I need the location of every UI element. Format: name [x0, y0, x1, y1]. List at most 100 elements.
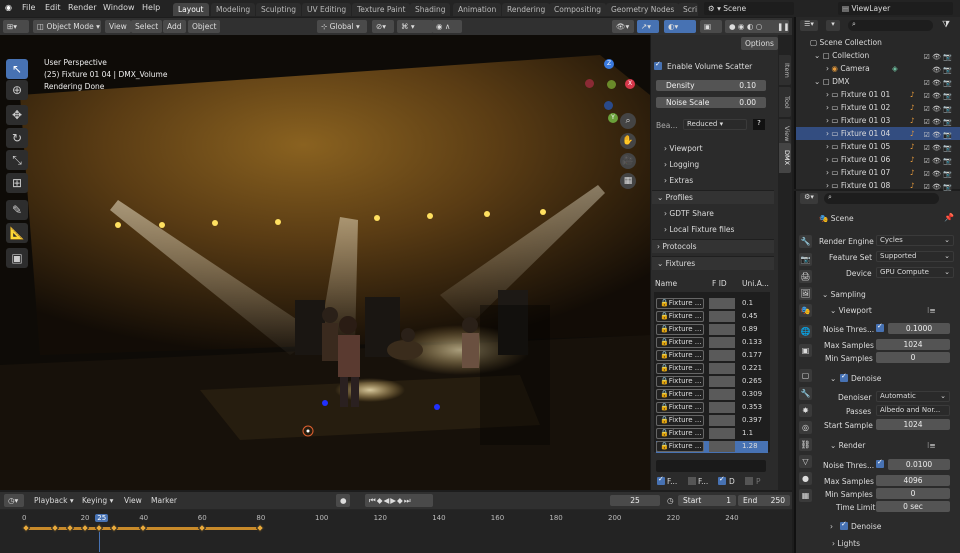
profiles-panel-header[interactable]: ⌄ Profiles	[652, 190, 774, 204]
r-noise-threshold-field[interactable]: 0.0100	[888, 459, 950, 470]
world-tab-icon[interactable]: 🌐	[799, 325, 812, 338]
filter-f2-checkbox[interactable]	[688, 477, 696, 485]
gizmo-neg-y-axis[interactable]	[607, 80, 616, 89]
menu-add[interactable]: Add	[163, 20, 186, 33]
fixture-search-field[interactable]	[656, 460, 766, 472]
local-fixture-files-subpanel[interactable]: › Local Fixture files	[664, 225, 734, 234]
density-field[interactable]: Density 0.10	[656, 80, 766, 91]
filter-d-checkbox[interactable]	[718, 475, 726, 485]
list-icon[interactable]: ⁝≡	[927, 441, 936, 450]
physics-tab-icon[interactable]: ◎	[799, 421, 812, 434]
orientation-dropdown[interactable]: ⊹ Global ▾	[317, 20, 367, 33]
transform-tool-icon[interactable]: ⊞	[6, 173, 28, 193]
fixture-select-button[interactable]: 🔒Fixture ...	[656, 441, 704, 452]
start-sample-field[interactable]: 1024	[876, 419, 950, 430]
tab-compositing[interactable]: Compositing	[549, 3, 607, 16]
keyframe-marker[interactable]	[256, 523, 265, 533]
time-limit-field[interactable]: 0 sec	[876, 501, 950, 512]
start-frame-field[interactable]: Start 1	[678, 495, 736, 506]
fixture-list-item[interactable]: 🔒Fixture ... 0.309	[656, 389, 768, 401]
tab-layout[interactable]: Layout	[173, 3, 209, 16]
ortho-grid-icon[interactable]: ▦	[620, 173, 636, 189]
pin-icon[interactable]: 📌	[944, 213, 954, 222]
gizmo-y-axis[interactable]: Y	[608, 113, 618, 123]
end-frame-field[interactable]: End 250	[738, 495, 790, 506]
tab-scripting[interactable]: Scri	[678, 3, 698, 16]
vp-min-samples-field[interactable]: 0	[876, 352, 950, 363]
particles-tab-icon[interactable]: ✸	[799, 404, 812, 417]
sampling-panel-header[interactable]: ⌄ Sampling	[822, 290, 866, 299]
lights-subpanel-header[interactable]: › Lights	[832, 539, 860, 548]
current-frame-field[interactable]: 25	[610, 495, 660, 506]
r-min-samples-field[interactable]: 0	[876, 488, 950, 499]
render-engine-dropdown[interactable]: Cycles ⌄	[876, 235, 954, 246]
tab-dmx[interactable]: DMX	[779, 143, 791, 173]
menu-window[interactable]: Window	[103, 3, 135, 12]
tab-texture-paint[interactable]: Texture Paint	[352, 3, 411, 16]
menu-render[interactable]: Render	[68, 3, 96, 12]
overlay-toggle-icon[interactable]: ◐▾	[664, 20, 696, 33]
fixtures-panel-header[interactable]: ⌄ Fixtures	[652, 256, 774, 270]
view-menu[interactable]: View	[120, 494, 146, 507]
render-subpanel-header[interactable]: ⌄ Render ⁝≡	[830, 441, 936, 450]
menu-object[interactable]: Object	[188, 20, 221, 33]
logging-subpanel[interactable]: › Logging	[664, 160, 699, 169]
marker-menu[interactable]: Marker	[147, 494, 181, 507]
timeline-ruler[interactable]: 0 20 25 40 60 80 100 120 140 160 180 200 220 240	[0, 510, 792, 553]
fixture-list-item[interactable]: 🔒Fixture ... 0.353	[656, 402, 768, 414]
pivot-icon[interactable]: ⊘▾	[372, 20, 394, 33]
xray-toggle-icon[interactable]: ▣	[700, 20, 722, 33]
move-tool-icon[interactable]: ✥	[6, 105, 28, 125]
gizmo-z-axis[interactable]: Z	[604, 59, 614, 69]
fixture-select-button[interactable]: 🔒Fixture ...	[656, 324, 704, 335]
fixture-list-item[interactable]: 🔒Fixture ... 1.1	[656, 428, 768, 440]
help-icon[interactable]: ?	[753, 119, 765, 130]
scene-collection-row[interactable]: ▢ Scene Collection	[796, 36, 960, 49]
tab-shading[interactable]: Shading	[410, 3, 451, 16]
fixtures-list[interactable]: 🔒Fixture ... 0.1 🔒Fixture ... 0.45 🔒Fixture …	[654, 292, 770, 453]
fixture-select-button[interactable]: 🔒Fixture ...	[656, 363, 704, 374]
keying-menu[interactable]: Keying ▾	[78, 494, 117, 507]
collection-row[interactable]: ⌄ ▢ Collection ☑ 👁 📷	[796, 49, 960, 62]
keyframe-marker[interactable]	[109, 523, 119, 533]
fixture-select-button[interactable]: 🔒Fixture ...	[656, 350, 704, 361]
scale-tool-icon[interactable]: ⤡	[6, 150, 28, 170]
properties-search-input[interactable]: ⌕	[824, 193, 939, 204]
tab-geometry-nodes[interactable]: Geometry Nodes	[606, 3, 680, 16]
filter-f1-checkbox[interactable]	[657, 475, 665, 485]
pan-hand-icon[interactable]: ✋	[620, 133, 636, 149]
menu-help[interactable]: Help	[142, 3, 160, 12]
r-denoise-header[interactable]: ›	[830, 522, 833, 531]
clock-icon[interactable]: ◷	[663, 494, 675, 507]
gizmo-neg-z-axis[interactable]	[604, 101, 613, 110]
gizmo-neg-x-axis[interactable]	[585, 79, 594, 88]
properties-editor-icon[interactable]: ⚙▾	[800, 193, 818, 204]
viewport-subpanel[interactable]: › Viewport	[664, 144, 703, 153]
outliner-fixture-row[interactable]: › ▭ Fixture 01 04 ♪ ☑ 👁 📷	[796, 127, 960, 140]
snap-icon[interactable]: ⌘ ▾	[397, 20, 433, 33]
blender-logo-icon[interactable]: ◉	[5, 3, 12, 12]
fixture-list-item[interactable]: 🔒Fixture ... 0.397	[656, 415, 768, 427]
zoom-icon[interactable]: ⌕	[620, 113, 636, 129]
scene-tab-icon[interactable]: 🎭	[799, 304, 812, 317]
playback-controls-icons[interactable]: ⏮◆◀▶◆⏭	[365, 494, 433, 507]
fixture-select-button[interactable]: 🔒Fixture ...	[656, 298, 704, 309]
constraints-tab-icon[interactable]: ⛓	[799, 438, 812, 451]
outliner-editor-icon[interactable]: ☰▾	[800, 20, 818, 31]
fixture-select-button[interactable]: 🔒Fixture ...	[656, 415, 704, 426]
modifier-tab-icon[interactable]: 🔧	[799, 387, 812, 400]
timeline-editor-icon[interactable]: ◷▾	[4, 494, 24, 507]
viewport-subpanel-header[interactable]: ⌄ Viewport ⁝≡	[830, 306, 936, 315]
rotate-tool-icon[interactable]: ↻	[6, 128, 28, 148]
render-tab-icon[interactable]: 📷	[799, 253, 812, 266]
collection-tab-icon[interactable]: ▣	[799, 344, 812, 357]
select-tool-icon[interactable]: ↖	[6, 59, 28, 79]
feature-set-dropdown[interactable]: Supported ⌄	[876, 251, 954, 262]
editor-type-icon[interactable]: ⊞▾	[3, 20, 29, 33]
outliner-fixture-row[interactable]: › ▭ Fixture 01 01 ♪ ☑ 👁 📷	[796, 88, 960, 101]
view-layer-selector[interactable]: ▤ ViewLayer	[838, 2, 953, 15]
camera-row[interactable]: › ◉ Camera ◈ 👁 📷	[796, 62, 960, 75]
proportional-edit-icon[interactable]: ◉ ∧	[432, 20, 462, 33]
tab-item[interactable]: Item	[779, 55, 791, 85]
3d-viewport[interactable]: User Perspective (25) Fixture 01 04 | DM…	[0, 35, 650, 490]
